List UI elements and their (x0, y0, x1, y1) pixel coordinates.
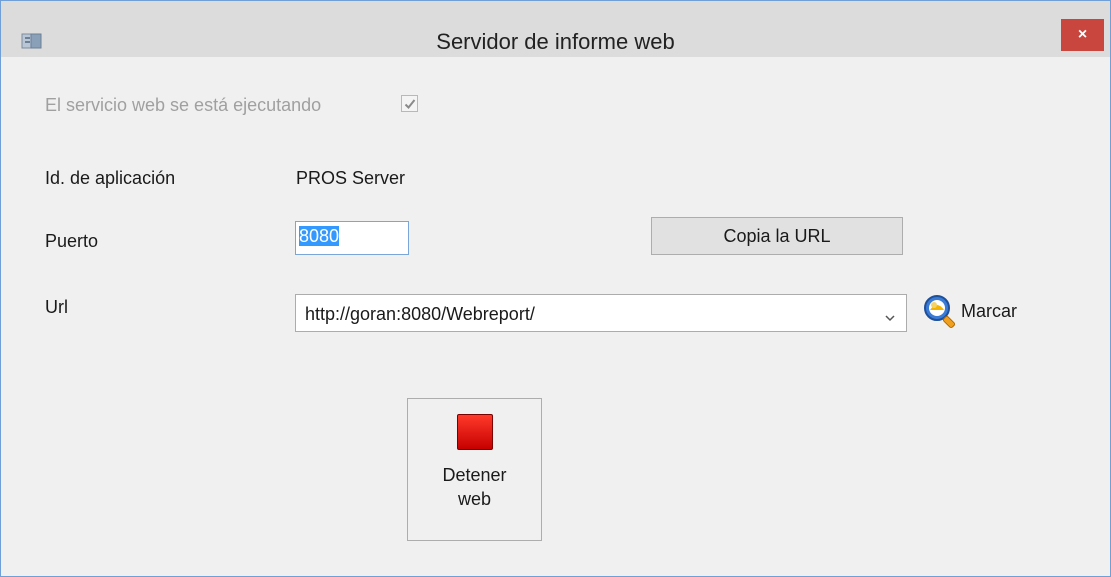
chevron-down-icon[interactable] (884, 309, 896, 327)
copy-url-button[interactable]: Copia la URL (651, 217, 903, 255)
stop-icon (457, 414, 493, 450)
dialog-window: Servidor de informe web × El servicio we… (0, 0, 1111, 577)
url-label: Url (45, 297, 68, 317)
window-title: Servidor de informe web (436, 29, 675, 54)
url-combobox-value: http://goran:8080/Webreport/ (305, 304, 535, 324)
stop-web-label-line2: web (457, 489, 492, 509)
service-running-checkbox[interactable] (401, 95, 418, 112)
magnifier-icon (921, 292, 959, 330)
url-combobox[interactable]: http://goran:8080/Webreport/ (295, 294, 907, 332)
port-input-value: 8080 (299, 226, 340, 246)
close-icon: × (1077, 26, 1088, 43)
app-id-value: PROS Server (296, 168, 406, 188)
port-input[interactable]: 8080 (295, 221, 409, 255)
service-running-label: El servicio web se está ejecutando (45, 95, 322, 115)
copy-url-button-label: Copia la URL (723, 225, 831, 246)
stop-web-label: Detener web (408, 463, 541, 511)
close-button[interactable]: × (1061, 19, 1104, 51)
title-bar[interactable]: Servidor de informe web × (1, 1, 1110, 57)
marcar-button[interactable]: Marcar (921, 291, 1017, 331)
marcar-label: Marcar (961, 300, 1018, 321)
stop-web-label-line1: Detener (442, 465, 507, 485)
app-id-label: Id. de aplicación (45, 168, 176, 188)
port-label: Puerto (45, 231, 99, 251)
checkmark-icon (404, 99, 416, 109)
stop-web-button[interactable]: Detener web (407, 398, 542, 541)
